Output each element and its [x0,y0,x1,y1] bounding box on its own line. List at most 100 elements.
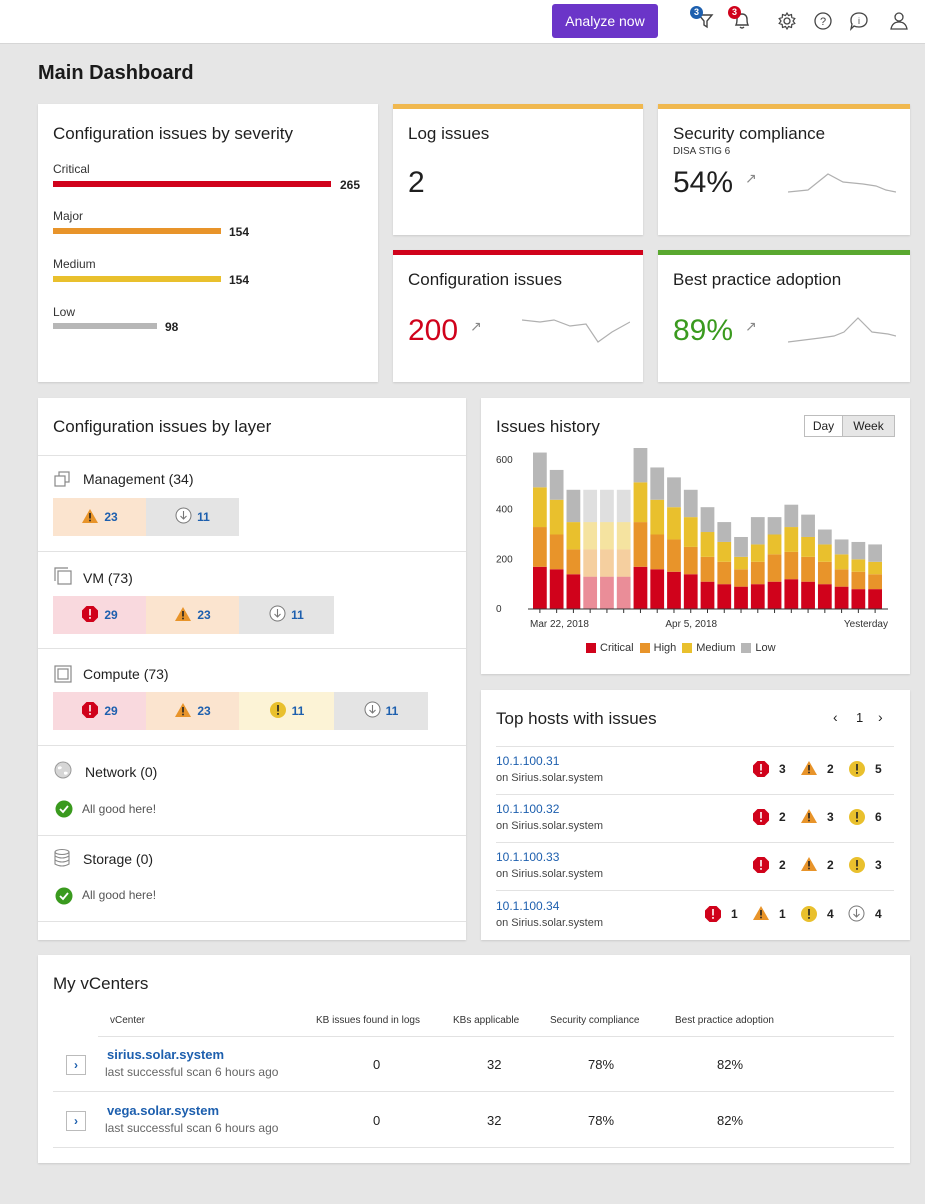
layer-management-major-cell[interactable]: 23 [53,498,146,536]
bar-segment-high [784,551,799,580]
host-critical-count: 3 [779,762,786,776]
toggle-week[interactable]: Week [843,415,895,437]
y-tick-label: 0 [496,604,502,615]
prev-page-button[interactable]: ‹ [833,709,838,725]
svg-text:?: ? [820,16,826,28]
alerts-button[interactable]: 3 [728,6,754,34]
bar-segment-critical [734,586,748,609]
bar-segment-medium [667,507,681,540]
layer-vm-critical-cell[interactable]: 29 [53,596,146,634]
log-issues-value: 2 [408,166,425,199]
security-compliance-title: Security compliance [673,124,826,143]
host-ip-link[interactable]: 10.1.100.32 [496,802,559,816]
vcenters-header-kb-applicable: KBs applicable [453,1015,520,1026]
vcenter-name-link[interactable]: vega.solar.system [107,1103,219,1118]
issues-history-chart: 600 400 200 0 Mar 22, 2018 Apr 5, 2018 Yester… [496,448,888,630]
host-ip-link[interactable]: 10.1.100.34 [496,899,559,913]
chart-legend: Critical High Medium Low [586,639,816,657]
legend-swatch [639,643,650,653]
legend-item-high: High [639,639,676,657]
medium-circle-icon [848,808,866,831]
bar-segment-high [700,556,715,582]
bar-segment-high [616,549,631,577]
bar-segment-critical [667,571,681,609]
layer-management-low-cell[interactable]: 11 [146,498,239,536]
bar-segment-low [566,489,581,523]
host-vcenter-label: on Sirius.solar.system [496,917,603,929]
gear-icon [777,11,797,31]
page-title: Main Dashboard [38,62,194,84]
warning-icon [752,905,770,926]
bar-segment-low [549,469,564,500]
bar-segment-critical [700,581,715,609]
bar-segment-high [868,574,882,590]
bar-segment-medium [683,517,698,547]
trend-arrow-icon: ↗ [470,318,482,334]
divider [38,551,466,552]
layer-vm-major-cell[interactable]: 23 [146,596,239,634]
bar-segment-high [566,549,581,575]
expand-row-button[interactable]: › [66,1111,86,1131]
host-ip-link[interactable]: 10.1.100.33 [496,850,559,864]
layer-compute-critical-cell[interactable]: 29 [53,692,146,730]
bar-segment-medium [533,487,547,528]
network-globe-icon [53,760,73,785]
vcenter-security: 78% [588,1113,615,1128]
severity-low-label: Low [53,305,76,319]
medium-circle-icon [848,856,866,879]
filter-button[interactable]: 3 [690,6,716,34]
bar-segment-medium [700,532,715,557]
bar-segment-low [801,514,815,537]
toggle-day[interactable]: Day [804,415,843,437]
best-practice-strip [658,250,910,255]
layer-compute-major-cell[interactable]: 23 [146,692,239,730]
host-low-count: 4 [875,907,882,921]
next-page-button[interactable]: › [878,709,883,725]
user-menu-button[interactable] [886,8,912,34]
severity-major-bar [53,228,221,234]
vcenter-name-link[interactable]: sirius.solar.system [107,1047,224,1062]
severity-major-label: Major [53,209,84,223]
bar-segment-high [683,546,698,575]
legend-item-critical: Critical [586,639,634,657]
bar-segment-critical [533,566,547,609]
vm-icon [53,566,73,591]
settings-button[interactable] [774,8,800,34]
host-medium-count: 6 [875,810,882,824]
bar-segment-high [801,556,815,582]
layer-compute-medium-cell[interactable]: 11 [239,692,334,730]
chat-info-icon: i [848,11,870,31]
bar-segment-low [834,539,849,555]
bar-segment-low [817,529,832,545]
host-critical-count: 1 [731,907,738,921]
layer-compute-major-count: 23 [197,704,211,718]
help-button[interactable]: ? [810,8,836,34]
chat-button[interactable]: i [846,8,872,34]
vcenter-scan-status: last successful scan 6 hours ago [105,1121,279,1135]
severity-card [38,104,378,382]
vcenters-header-kb-logs: KB issues found in logs [316,1015,420,1026]
bar-segment-high [533,527,547,567]
bar-segment-medium [633,482,648,523]
expand-row-button[interactable]: › [66,1055,86,1075]
host-critical-count: 2 [779,858,786,872]
host-ip-link[interactable]: 10.1.100.31 [496,754,559,768]
compute-icon [53,664,73,689]
divider [53,1147,894,1148]
layer-vm-low-count: 11 [291,608,304,622]
configuration-issues-title: Configuration issues [408,270,563,289]
bar-segment-medium [851,559,866,572]
bar-segment-critical [801,581,815,609]
down-arrow-circle-icon [269,605,286,625]
configuration-issues-value: 200 [408,314,459,347]
bar-segment-high [834,569,849,587]
layer-vm-low-cell[interactable]: 11 [239,596,334,634]
legend-item-medium: Medium [682,639,735,657]
bar-segment-low [784,504,799,528]
analyze-now-button[interactable]: Analyze now [552,4,658,38]
layer-compute-low-cell[interactable]: 11 [334,692,428,730]
bar-segment-high [583,549,598,577]
host-major-count: 2 [827,762,834,776]
bar-segment-high [767,554,782,582]
divider [38,835,466,836]
